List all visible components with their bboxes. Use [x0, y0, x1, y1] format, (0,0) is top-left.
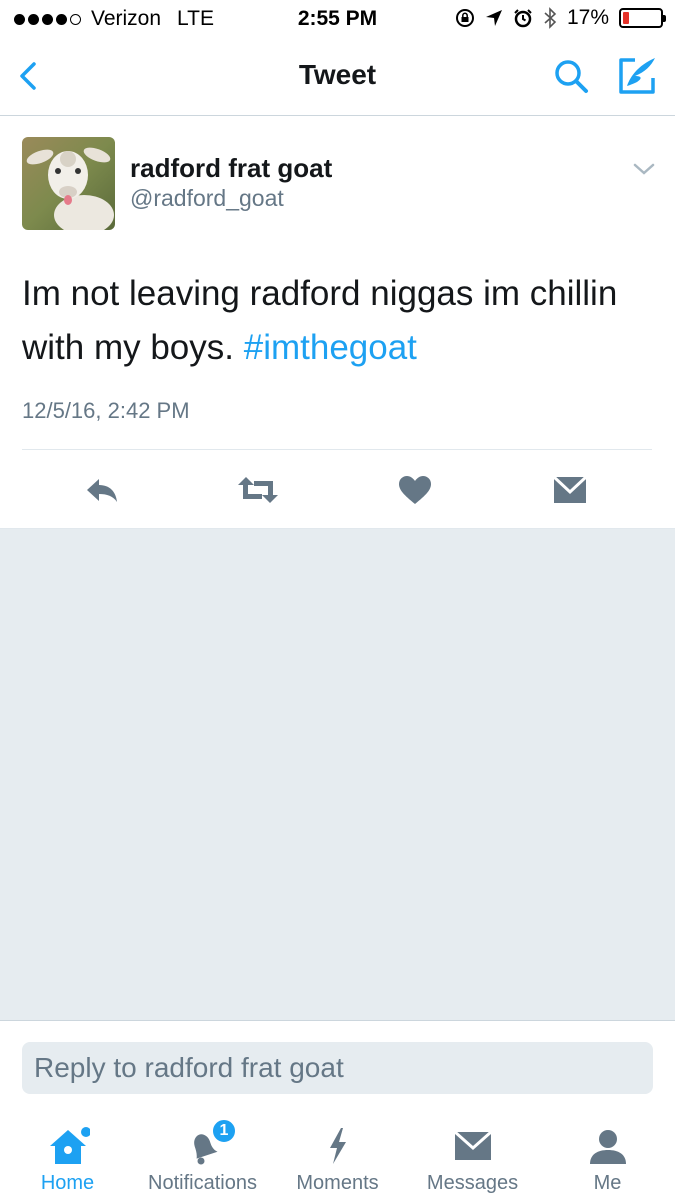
like-icon — [399, 476, 431, 504]
tab-label: Home — [40, 1172, 95, 1194]
reply-input[interactable] — [22, 1042, 653, 1094]
chevron-left-icon — [20, 62, 36, 90]
tweet-text: Im not leaving radford niggas im chillin… — [22, 267, 652, 375]
search-button[interactable] — [551, 56, 591, 96]
tab-bar: Home 1 Notifications Moments Messages Me — [0, 1102, 675, 1200]
tweet-timestamp: 12/5/16, 2:42 PM — [22, 398, 190, 423]
person-icon — [589, 1130, 626, 1164]
tab-home[interactable]: Home — [0, 1102, 135, 1200]
retweet-button[interactable] — [236, 473, 280, 507]
status-bar: Verizon LTE 2:55 PM 17% — [0, 0, 675, 38]
tab-label: Notifications — [148, 1172, 257, 1194]
hashtag-link[interactable]: #imthegoat — [244, 328, 417, 367]
orientation-lock-icon — [455, 9, 474, 27]
direct-message-button[interactable] — [551, 473, 589, 507]
notification-badge: 1 — [211, 1118, 237, 1144]
goat-avatar-image — [22, 137, 115, 230]
tab-me[interactable]: Me — [540, 1102, 675, 1200]
back-button[interactable] — [10, 56, 50, 96]
location-arrow-icon — [485, 10, 502, 26]
reply-bar — [0, 1020, 675, 1102]
battery-percent: 17% — [566, 6, 609, 29]
reply-icon — [87, 479, 117, 502]
battery-icon — [619, 8, 666, 28]
tweet-detail: radford frat goat @radford_goat Im not l… — [0, 117, 675, 528]
bluetooth-icon — [544, 7, 557, 29]
tweet-actions — [0, 467, 675, 511]
nav-bar: Tweet — [0, 38, 675, 116]
chevron-down-icon — [633, 163, 655, 175]
direct-message-icon — [552, 475, 588, 503]
search-icon — [555, 60, 588, 93]
tab-notifications[interactable]: 1 Notifications — [135, 1102, 270, 1200]
divider — [22, 449, 652, 450]
envelope-icon — [453, 1130, 492, 1160]
tab-label: Me — [593, 1172, 622, 1194]
tab-label: Messages — [426, 1172, 519, 1194]
tweet-options-button[interactable] — [631, 159, 657, 179]
tab-messages[interactable]: Messages — [405, 1102, 540, 1200]
compose-tweet-button[interactable] — [615, 54, 659, 98]
battery-level — [623, 12, 629, 24]
user-handle[interactable]: @radford_goat — [130, 185, 284, 212]
lightning-icon — [329, 1128, 346, 1164]
status-right: 17% — [455, 6, 666, 30]
tab-moments[interactable]: Moments — [270, 1102, 405, 1200]
retweet-icon — [238, 477, 278, 503]
compose-tweet-icon — [619, 58, 655, 94]
tab-label: Moments — [296, 1172, 379, 1194]
display-name[interactable]: radford frat goat — [130, 153, 332, 184]
home-icon — [49, 1127, 90, 1164]
like-button[interactable] — [396, 473, 434, 507]
replies-area — [0, 528, 675, 1020]
avatar[interactable] — [22, 137, 115, 230]
reply-button[interactable] — [83, 473, 121, 507]
alarm-icon — [514, 9, 532, 28]
